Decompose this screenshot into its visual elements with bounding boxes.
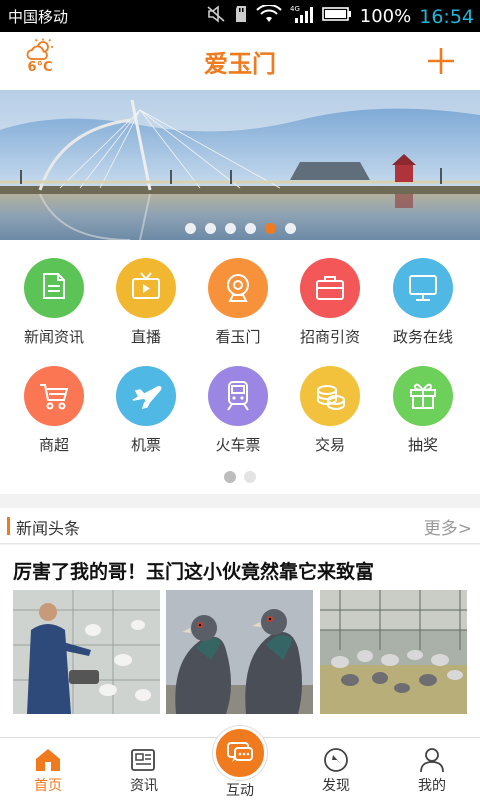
grid-item-webcam[interactable]: 看玉门 — [193, 258, 283, 347]
carousel-dot[interactable] — [204, 223, 216, 234]
grid-page-dot[interactable] — [244, 471, 256, 483]
banner-carousel[interactable] — [0, 90, 480, 240]
nav-label-profile: 我的 — [418, 778, 446, 794]
grid-item-label: 招商引资 — [299, 328, 360, 346]
grid-item-label: 机票 — [130, 436, 161, 454]
monitor-icon — [409, 275, 437, 301]
status-icons: 4G 100% 16:54 — [206, 4, 474, 29]
document-icon — [43, 273, 65, 299]
grid-item-circle — [116, 258, 176, 318]
sd-card-icon — [234, 5, 248, 28]
news-thumbnail-3[interactable] — [320, 590, 467, 714]
nav-item-discover[interactable]: 发现 — [288, 738, 384, 800]
grid-item-monitor[interactable]: 政务在线 — [378, 258, 468, 347]
section-title: 新闻头条 — [16, 519, 81, 538]
grid-item-coins[interactable]: 交易 — [285, 366, 375, 455]
grid-item-tv[interactable]: 直播 — [101, 258, 191, 347]
grid-item-circle — [208, 366, 268, 426]
carousel-dot[interactable] — [264, 223, 276, 234]
carousel-dot[interactable] — [244, 223, 256, 234]
tv-icon — [132, 272, 160, 299]
more-link[interactable]: 更多> — [424, 514, 472, 539]
grid-item-document[interactable]: 新闻资讯 — [9, 258, 99, 347]
grid-item-label: 新闻资讯 — [23, 328, 84, 346]
grid-item-label: 看玉门 — [215, 328, 261, 346]
battery-level: 100% — [359, 6, 412, 27]
grid-page-dot[interactable] — [224, 471, 236, 483]
coins-icon — [317, 385, 345, 410]
carrier-name: 中国移动 — [8, 8, 69, 26]
compass-icon — [324, 748, 348, 772]
train-icon — [227, 381, 249, 411]
grid-item-label: 政务在线 — [392, 328, 453, 346]
app-title: 爱玉门 — [204, 50, 276, 78]
webcam-icon — [227, 274, 249, 302]
cart-icon — [40, 384, 69, 410]
svg-text:4G: 4G — [290, 5, 300, 13]
mute-icon — [206, 5, 226, 28]
grid-item-label: 火车票 — [215, 436, 261, 454]
news-thumbnail-2[interactable] — [166, 590, 313, 714]
carousel-indicator — [0, 223, 480, 234]
banner-image — [0, 90, 480, 240]
news-thumbnail-1[interactable] — [13, 590, 160, 714]
grid-item-circle — [24, 258, 84, 318]
carousel-dot[interactable] — [224, 223, 236, 234]
grid-item-circle — [393, 258, 453, 318]
news-item[interactable]: 厉害了我的哥！玉门这小伙竟然靠它来致富 — [0, 545, 480, 737]
grid-item-label: 交易 — [314, 436, 345, 454]
grid-item-briefcase[interactable]: 招商引资 — [285, 258, 375, 347]
bottom-nav: 首页 资讯 互动 发现 我的 — [0, 726, 480, 800]
grid-item-cart[interactable]: 商超 — [9, 366, 99, 455]
grid-item-label: 抽奖 — [407, 436, 438, 454]
user-icon — [420, 748, 444, 773]
carousel-dot[interactable] — [184, 223, 196, 234]
grid-item-circle — [393, 366, 453, 426]
grid-item-label: 直播 — [130, 328, 161, 346]
grid-item-circle — [116, 366, 176, 426]
home-icon — [36, 749, 60, 771]
battery-icon — [321, 6, 352, 27]
feature-grid: 新闻资讯 直播 看玉门 招商引资 政务在线商超 机票 火车票 交易 抽奖 — [0, 240, 480, 494]
section-accent-bar — [7, 517, 10, 535]
nav-label-discover: 发现 — [322, 778, 350, 794]
wifi-icon — [256, 4, 282, 28]
chat-icon — [227, 742, 253, 762]
news-section-header: 新闻头条 更多> — [0, 508, 480, 544]
signal-icon: 4G — [290, 4, 314, 29]
interact-button[interactable] — [213, 726, 267, 780]
gift-icon — [410, 383, 436, 409]
briefcase-icon — [316, 276, 344, 300]
grid-item-gift[interactable]: 抽奖 — [378, 366, 468, 455]
grid-item-circle — [300, 366, 360, 426]
clock: 16:54 — [419, 5, 474, 28]
grid-item-airplane[interactable]: 机票 — [101, 366, 191, 455]
airplane-icon — [132, 386, 162, 410]
carousel-dot[interactable] — [284, 223, 296, 234]
grid-item-label: 商超 — [38, 436, 69, 454]
grid-item-circle — [24, 366, 84, 426]
app-header: 6°C 爱玉门 — [0, 32, 480, 90]
news-headline[interactable]: 厉害了我的哥！玉门这小伙竟然靠它来致富 — [13, 557, 374, 584]
plus-icon[interactable] — [426, 46, 456, 76]
news-icon — [131, 749, 155, 771]
grid-item-circle — [208, 258, 268, 318]
grid-item-train[interactable]: 火车票 — [193, 366, 283, 455]
nav-item-profile[interactable]: 我的 — [384, 738, 480, 800]
grid-page-indicator — [0, 471, 480, 483]
grid-item-circle — [300, 258, 360, 318]
status-bar: 中国移动 4G 100% 16:54 — [0, 0, 480, 32]
